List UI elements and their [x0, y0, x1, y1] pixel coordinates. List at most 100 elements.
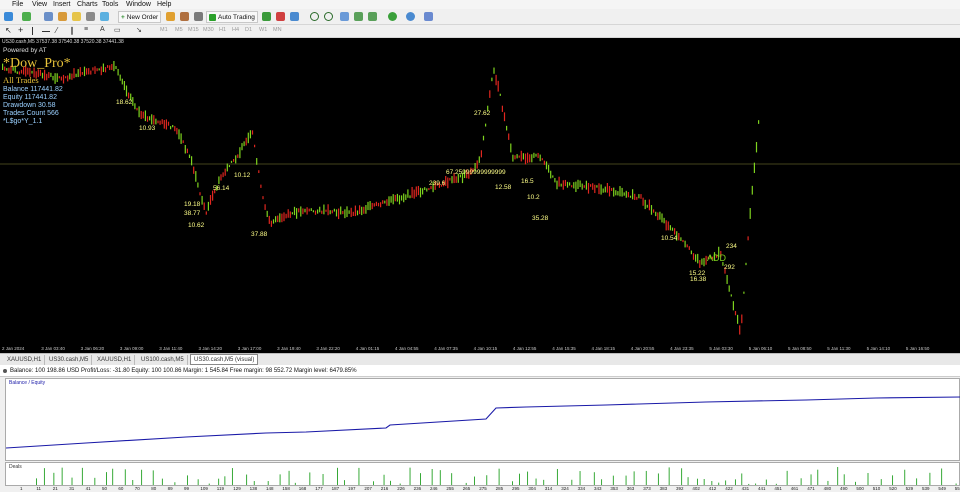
new-order-button[interactable]: + New Order: [118, 11, 162, 23]
label-tool-icon[interactable]: ▭: [114, 26, 121, 34]
timeframe-h1[interactable]: H1: [219, 27, 226, 33]
indicators-icon[interactable]: [388, 12, 397, 21]
deal-tick: 490: [840, 486, 848, 491]
zoom-in-icon[interactable]: [310, 12, 319, 21]
candlestick-icon[interactable]: [276, 12, 285, 21]
tab-us30-m5-visual[interactable]: US30.cash,M5 (visual): [190, 354, 259, 365]
candle: [566, 181, 569, 188]
timeframe-mn[interactable]: MN: [273, 27, 282, 33]
candle: [75, 73, 77, 78]
deal-bar: [843, 474, 845, 485]
deal-tick: 265: [462, 486, 471, 491]
crosshair-icon[interactable]: +: [18, 25, 23, 35]
trendline-icon[interactable]: ⁄: [56, 26, 57, 35]
auto-trading-button[interactable]: Auto Trading: [206, 11, 258, 23]
new-chart-icon[interactable]: [4, 12, 13, 21]
candle: [755, 142, 758, 153]
navigator-icon[interactable]: [72, 12, 81, 21]
deal-bar: [579, 471, 581, 485]
timeframe-m30[interactable]: M30: [203, 27, 214, 33]
menu-insert[interactable]: Insert: [53, 0, 71, 9]
candle: [382, 200, 384, 204]
tab-xauusd-h1[interactable]: XAUUSD,H1: [4, 355, 46, 365]
candle: [554, 178, 556, 183]
deal-bar: [741, 473, 743, 485]
chart-shift-icon[interactable]: [368, 12, 377, 21]
menu-view[interactable]: View: [32, 0, 47, 9]
tester-icon[interactable]: [100, 12, 109, 21]
candle: [573, 182, 575, 189]
candle: [550, 170, 552, 179]
vertical-line-icon[interactable]: [32, 27, 33, 35]
candle: [298, 208, 300, 213]
candle: [663, 217, 665, 224]
profiles-icon[interactable]: [22, 12, 31, 21]
tab-us30-m5[interactable]: US30.cash,M5: [46, 355, 93, 365]
timeframe-h4[interactable]: H4: [232, 27, 239, 33]
cursor-icon[interactable]: ↖: [5, 26, 12, 35]
candle: [665, 220, 667, 231]
tab-xauusd-h1-2[interactable]: XAUUSD,H1: [94, 355, 136, 365]
candle: [411, 186, 413, 198]
line-chart-icon[interactable]: [290, 12, 299, 21]
menu-file[interactable]: File: [12, 0, 23, 9]
candle: [751, 185, 753, 195]
menu-help[interactable]: Help: [157, 0, 171, 9]
terminal-icon[interactable]: [86, 12, 95, 21]
deals-axis: 1 11 21 31 41 50 60 70 80 89 99 109 119 129 138 148 158 1…: [0, 486, 960, 492]
timeframe-m5[interactable]: M5: [175, 27, 183, 33]
data-window-icon[interactable]: [58, 12, 67, 21]
candle: [548, 164, 550, 173]
candle: [233, 158, 235, 162]
text-tool-icon[interactable]: A: [100, 26, 105, 33]
candle: [686, 244, 688, 248]
candle: [613, 187, 615, 197]
bar-chart-icon[interactable]: [262, 12, 271, 21]
candle: [701, 258, 703, 265]
menu-charts[interactable]: Charts: [77, 0, 98, 9]
periods-icon[interactable]: [406, 12, 415, 21]
candle: [197, 182, 199, 188]
candlestick-series: [0, 60, 960, 335]
autoscroll-icon[interactable]: [354, 12, 363, 21]
price-chart[interactable]: US30.cash,M5 37537.38 37540.38 37520.38 …: [0, 38, 960, 353]
timeframe-m15[interactable]: M15: [188, 27, 199, 33]
trade-label: 19.18: [184, 201, 201, 208]
candle: [81, 72, 83, 75]
menu-tools[interactable]: Tools: [102, 0, 118, 9]
horizontal-line-icon[interactable]: [42, 31, 50, 32]
menu-window[interactable]: Window: [126, 0, 151, 9]
candle: [695, 254, 697, 262]
fibo-icon[interactable]: ≡: [84, 26, 88, 33]
market-watch-icon[interactable]: [44, 12, 53, 21]
templates-icon[interactable]: [424, 12, 433, 21]
tile-windows-icon[interactable]: [340, 12, 349, 21]
deal-tick: 21: [52, 486, 58, 491]
deal-tick: 197: [348, 486, 356, 491]
deal-tick: 80: [151, 486, 157, 491]
candle: [640, 194, 642, 199]
deal-bar: [687, 477, 689, 485]
arrows-tool-icon[interactable]: ↘: [136, 26, 142, 34]
deal-bar: [800, 478, 802, 485]
timeframe-m1[interactable]: M1: [160, 27, 168, 33]
candle: [493, 67, 495, 74]
deal-bar: [246, 474, 248, 485]
deal-tick: 60: [118, 486, 124, 491]
candle: [587, 182, 590, 194]
metaeditor-icon[interactable]: [166, 12, 175, 21]
timeframe-w1[interactable]: W1: [259, 27, 267, 33]
candle: [571, 185, 573, 188]
candle: [455, 176, 457, 183]
tab-us100-m5[interactable]: US100.cash,M5: [138, 355, 188, 365]
candle: [562, 180, 564, 190]
signals-icon[interactable]: [194, 12, 203, 21]
auto-trading-icon: [209, 13, 216, 21]
deal-tick: 158: [282, 486, 290, 491]
candle: [262, 196, 264, 200]
zoom-out-icon[interactable]: [324, 12, 333, 21]
strategy-icon[interactable]: [180, 12, 189, 21]
channel-icon[interactable]: ∥: [70, 26, 74, 35]
candle: [394, 194, 396, 202]
timeframe-d1[interactable]: D1: [245, 27, 252, 33]
